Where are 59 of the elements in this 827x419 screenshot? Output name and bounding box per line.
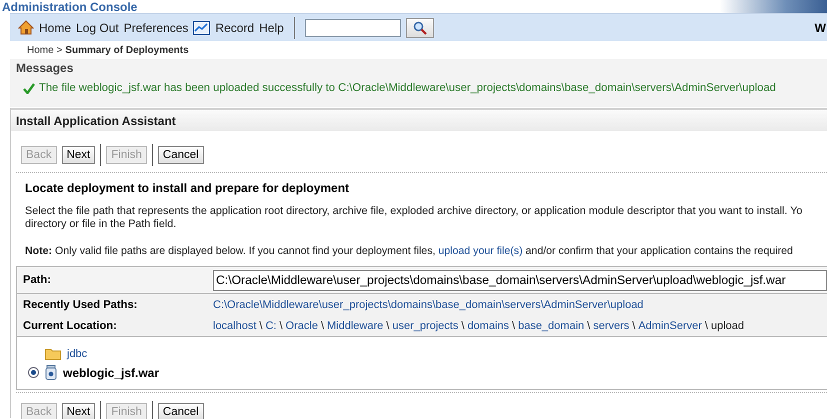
wizard-button: Finish — [106, 146, 147, 164]
search-icon — [412, 20, 427, 34]
console-title: Administration Console — [1, 1, 138, 13]
search-field[interactable] — [304, 18, 401, 36]
location-link[interactable]: domains — [467, 320, 510, 332]
location-link[interactable]: Oracle — [286, 320, 318, 332]
wizard-button[interactable]: Next — [62, 146, 96, 164]
checkmark-icon — [23, 82, 35, 94]
wizard-button[interactable]: Cancel — [158, 146, 204, 164]
chart-icon[interactable] — [193, 20, 210, 34]
location-link[interactable]: base_domain — [518, 320, 584, 332]
upload-link[interactable]: upload your file(s) — [438, 245, 523, 257]
location-link[interactable]: user_projects — [392, 320, 458, 332]
wizard-button: Finish — [106, 402, 147, 419]
toolbar-link[interactable]: Log Out — [76, 20, 119, 34]
search-button[interactable] — [406, 18, 434, 38]
wizard-button: Back — [21, 402, 57, 419]
path-separator: \ — [632, 320, 636, 332]
toolbar-link[interactable]: Help — [259, 20, 284, 34]
location-link[interactable]: servers — [593, 320, 630, 332]
path-field[interactable]: C:\Oracle\Middleware\user_projects\domains\base_domain\servers\AdminServer\upload\weblogic_jsf.war — [213, 270, 827, 290]
toolbar-link[interactable]: Record — [215, 20, 254, 34]
note-text: Note: Only valid file paths are displayed below. If you cannot find your deployment files, upload your file(s) and/or confirm that your application contains the required — [25, 245, 794, 257]
instruction-text: Select the file path that represents the application root directory, archive file, exploded archive directory, or application module descriptor that you want to install. Yo directory or file in the Path field. — [25, 205, 804, 231]
location-link[interactable]: AdminServer — [638, 320, 702, 332]
path-separator: \ — [461, 320, 464, 332]
path-separator: \ — [320, 320, 324, 332]
assistant-header: Install Application Assistant — [11, 108, 827, 131]
radio-button[interactable] — [28, 367, 39, 378]
path-separator: \ — [704, 320, 708, 332]
success-message: The file weblogic_jsf.war has been uploaded successfully to C:\Oracle\Middleware\user_projects\domains\base_domain\servers\AdminServer\upload — [39, 82, 776, 94]
jar-icon — [45, 365, 57, 380]
location-link[interactable]: Middleware — [327, 320, 384, 332]
toolbar-link[interactable]: Home — [39, 20, 72, 34]
file-name: weblogic_jsf.war — [63, 366, 160, 380]
welcome-text: W — [814, 20, 827, 34]
path-separator: \ — [279, 320, 283, 332]
toolbar-link[interactable]: Preferences — [124, 20, 188, 34]
folder-link[interactable]: jdbc — [67, 348, 88, 360]
field-label: Recently Used Paths: — [22, 298, 138, 310]
path-separator: \ — [512, 320, 516, 332]
messages-heading: Messages — [16, 61, 74, 75]
field-label: Path: — [22, 274, 52, 286]
field-label: Current Location: — [22, 320, 118, 332]
path-separator: \ — [587, 320, 590, 332]
path-separator: \ — [259, 320, 262, 332]
recent-path-link[interactable]: C:\Oracle\Middleware\user_projects\domains\base_domain\servers\AdminServer\upload — [213, 298, 644, 310]
location-current: upload — [710, 320, 744, 332]
wizard-button[interactable]: Cancel — [158, 402, 204, 419]
path-separator: \ — [386, 320, 390, 332]
folder-icon — [45, 347, 61, 360]
section-heading: Locate deployment to install and prepare for deployment — [25, 181, 350, 195]
breadcrumb-link[interactable]: Home > — [27, 44, 62, 56]
location-link[interactable]: localhost — [213, 320, 256, 332]
wizard-button[interactable]: Next — [62, 402, 96, 419]
location-link[interactable]: C: — [265, 320, 276, 332]
breadcrumb-current: Summary of Deployments — [65, 44, 189, 56]
wizard-button: Back — [21, 146, 57, 164]
home-icon[interactable] — [18, 20, 34, 35]
